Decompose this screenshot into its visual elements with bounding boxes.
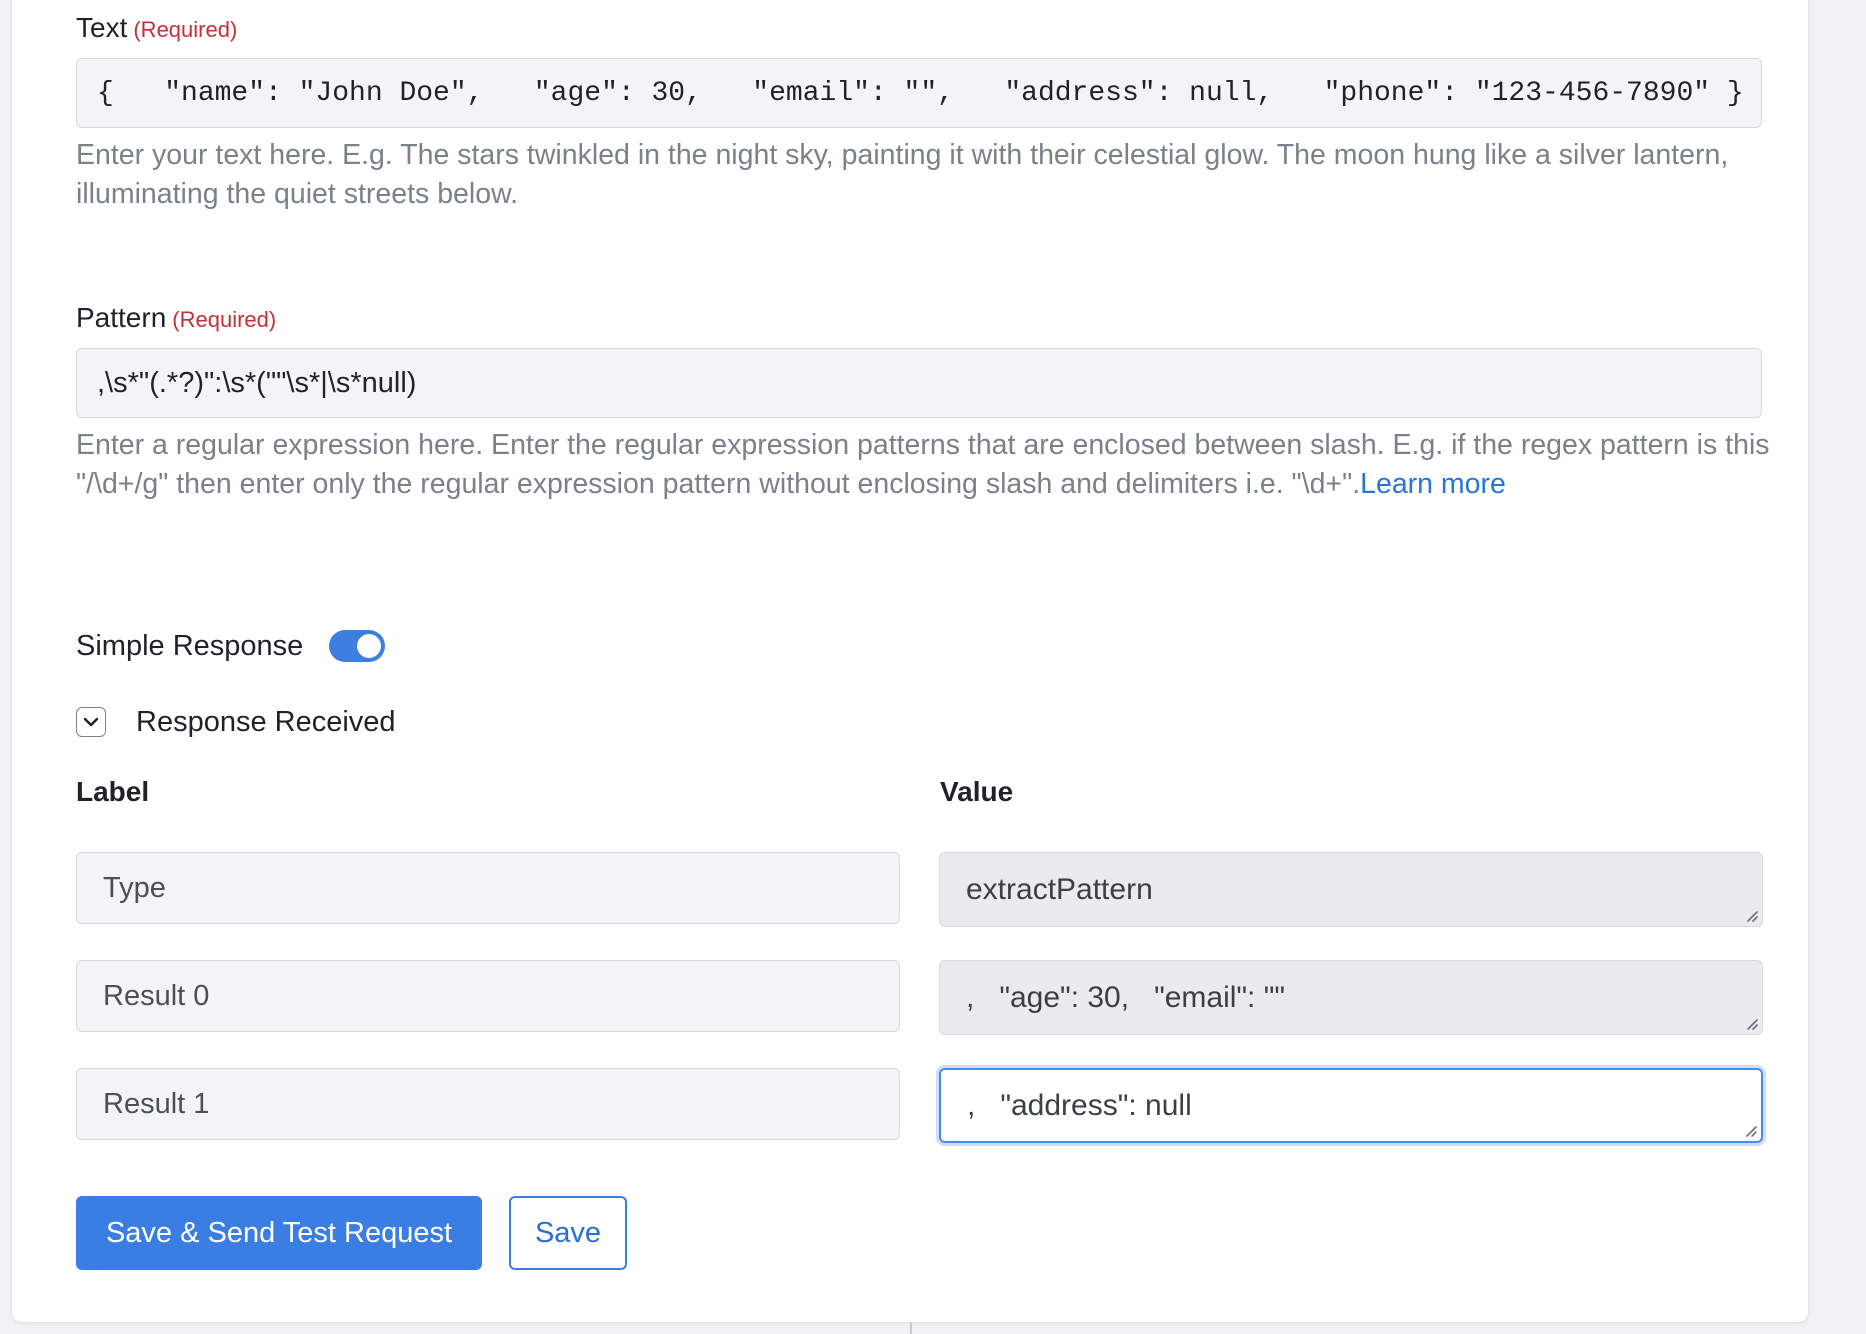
response-received-row[interactable]: Response Received — [76, 702, 396, 742]
simple-response-label: Simple Response — [76, 629, 304, 662]
row-value-result-0[interactable]: , "age": 30, "email": "" — [939, 960, 1763, 1035]
pattern-help-text: Enter a regular expression here. Enter t… — [76, 429, 1770, 500]
text-required-marker: (Required) — [133, 17, 238, 42]
row-value-result-1[interactable]: , "address": null — [939, 1068, 1763, 1143]
row-value-text: extractPattern — [966, 872, 1153, 906]
chevron-down-icon[interactable] — [76, 707, 106, 737]
row-value-text: , "address": null — [967, 1088, 1192, 1122]
save-button[interactable]: Save — [509, 1196, 627, 1270]
pattern-required-marker: (Required) — [172, 307, 277, 332]
pattern-field-label: Pattern (Required) — [76, 302, 276, 334]
form-card: Text (Required) { "name": "John Doe", "ag… — [12, 0, 1808, 1322]
learn-more-link[interactable]: Learn more — [1360, 468, 1506, 500]
resize-grip-icon[interactable] — [1743, 907, 1759, 923]
resize-grip-icon[interactable] — [1743, 1015, 1759, 1031]
save-and-send-test-request-button[interactable]: Save & Send Test Request — [76, 1196, 482, 1270]
row-value-text: , "age": 30, "email": "" — [966, 980, 1286, 1014]
divider — [910, 1322, 912, 1334]
text-label: Text — [76, 12, 128, 43]
value-column-header: Value — [940, 776, 1014, 807]
text-input[interactable]: { "name": "John Doe", "age": 30, "email"… — [76, 58, 1762, 128]
resize-grip-icon[interactable] — [1742, 1122, 1758, 1138]
simple-response-toggle[interactable] — [329, 630, 386, 662]
simple-response-row: Simple Response — [76, 626, 386, 666]
toggle-knob — [357, 634, 382, 658]
row-value-type[interactable]: extractPattern — [939, 852, 1763, 927]
row-label-result-0[interactable]: Result 0 — [76, 960, 900, 1032]
text-help: Enter your text here. E.g. The stars twi… — [76, 139, 1729, 210]
label-column-header: Label — [76, 776, 150, 807]
pattern-label: Pattern — [76, 302, 167, 333]
pattern-help: Enter a regular expression here. Enter t… — [76, 426, 1776, 504]
row-label-result-1[interactable]: Result 1 — [76, 1068, 900, 1140]
text-field-label: Text (Required) — [76, 12, 237, 44]
row-label-type[interactable]: Type — [76, 852, 900, 924]
pattern-input[interactable]: ,\s*"(.*?)":\s*(""\s*|\s*null) — [76, 348, 1762, 418]
response-received-label: Response Received — [136, 705, 396, 738]
